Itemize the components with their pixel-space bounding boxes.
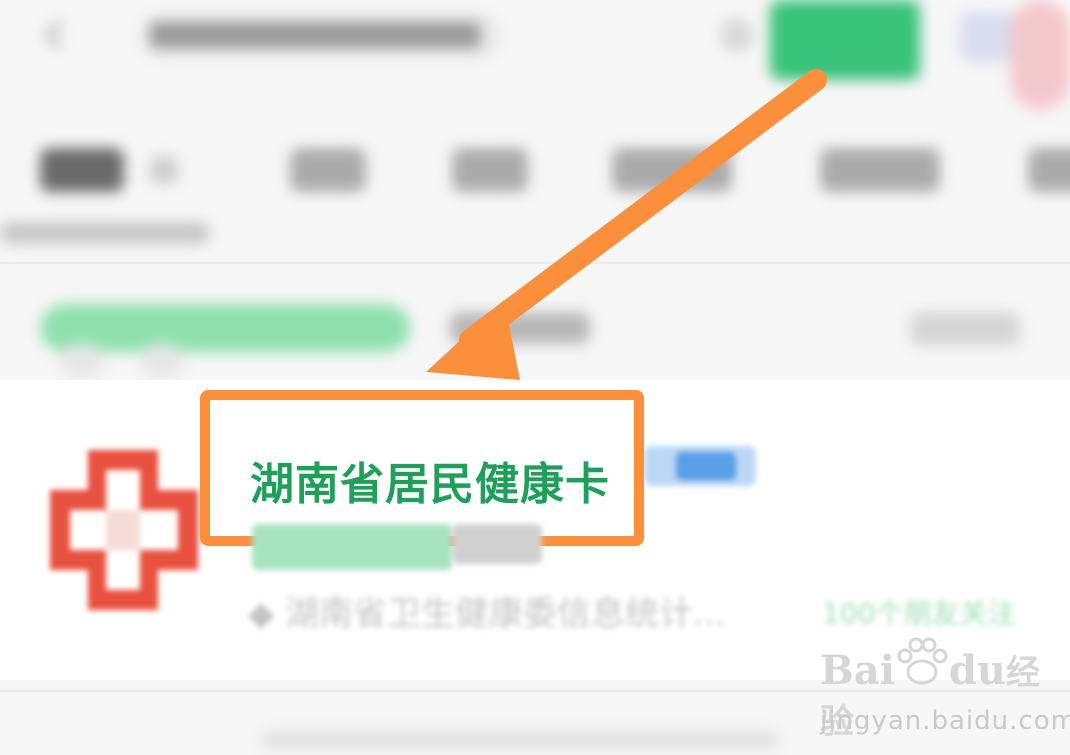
result-count	[0, 222, 210, 244]
filter-label[interactable]	[450, 312, 590, 344]
title-suffix-badge	[676, 452, 736, 480]
divider	[0, 262, 1070, 264]
filter-more[interactable]	[910, 312, 1020, 346]
search-button[interactable]	[770, 0, 920, 80]
back-arrow-icon[interactable]	[38, 18, 72, 52]
hint-bubble	[140, 344, 184, 378]
highlight-box: 湖南省居民健康卡	[200, 390, 644, 546]
watermark-url: jingyan.baidu.com	[820, 706, 1070, 736]
hint-bubble	[60, 344, 104, 378]
health-card-cross-icon[interactable]	[48, 430, 200, 630]
verified-tag	[252, 524, 452, 570]
tab-4[interactable]	[612, 148, 732, 192]
tab-all[interactable]	[40, 148, 124, 192]
chevron-down-icon[interactable]	[150, 156, 178, 184]
followers-count: 100个朋友关注	[822, 597, 1016, 630]
filter-pill[interactable]	[40, 304, 410, 352]
tab-3[interactable]	[452, 148, 528, 192]
next-result	[260, 730, 780, 750]
paw-icon	[897, 637, 948, 685]
result-title[interactable]: 湖南省居民健康卡	[250, 448, 610, 512]
tab-5[interactable]	[820, 148, 940, 192]
clear-icon[interactable]	[720, 18, 754, 52]
search-query	[150, 22, 480, 48]
result-subtitle: ◆ 湖南省卫生健康委信息统计...	[248, 594, 726, 634]
watermark-brand-a: Bai	[820, 647, 895, 694]
tag-extra	[452, 524, 542, 564]
corner-badge	[1010, 0, 1070, 110]
watermark-brand-b: du	[948, 647, 1006, 694]
avatar[interactable]	[960, 12, 1016, 62]
tab-2[interactable]	[290, 148, 366, 192]
tab-6[interactable]	[1028, 148, 1070, 192]
